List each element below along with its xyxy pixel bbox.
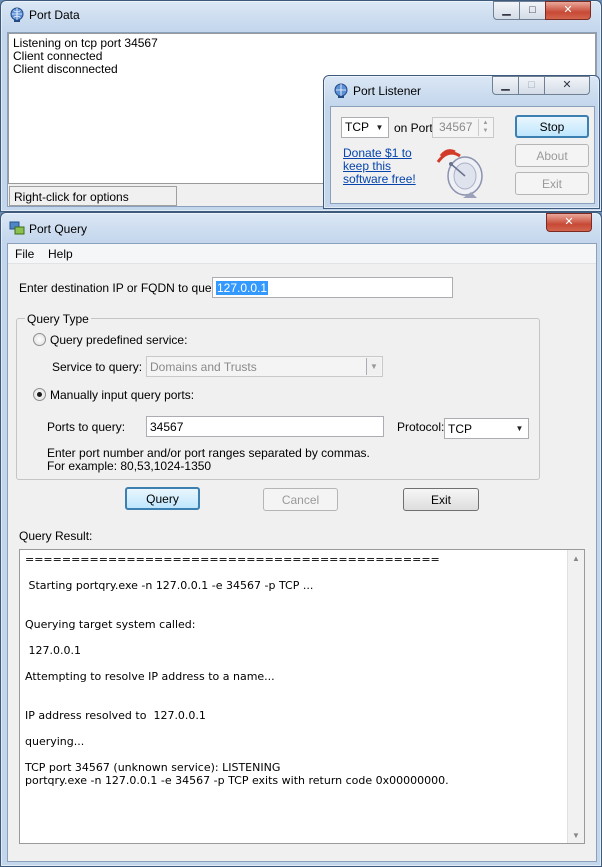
cancel-button[interactable]: Cancel bbox=[263, 488, 338, 511]
about-button[interactable]: About bbox=[515, 144, 589, 167]
chevron-down-icon: ▼ bbox=[372, 119, 387, 136]
globe-icon bbox=[10, 7, 24, 22]
predefined-radio[interactable] bbox=[33, 333, 46, 346]
port-listener-window: Port Listener ▁ □ ✕ TCP ▼ on Port: 34567… bbox=[323, 75, 600, 209]
port-spinner[interactable]: 34567 ▲ ▼ bbox=[432, 117, 494, 138]
protocol-value: TCP bbox=[448, 422, 472, 436]
chevron-down-icon: ▼ bbox=[512, 420, 527, 437]
predefined-label[interactable]: Query predefined service: bbox=[50, 333, 187, 347]
protocol-label: Protocol: bbox=[397, 420, 445, 434]
close-button[interactable]: ✕ bbox=[545, 1, 591, 20]
scroll-down-icon[interactable]: ▼ bbox=[568, 827, 584, 843]
on-port-label: on Port: bbox=[394, 121, 437, 135]
hint-line1: Enter port number and/or port ranges sep… bbox=[47, 446, 370, 460]
result-line: portqry.exe -n 127.0.0.1 -e 34567 -p TCP… bbox=[25, 774, 449, 787]
port-listener-client: TCP ▼ on Port: 34567 ▲ ▼ Donate $1 to kee… bbox=[330, 106, 595, 204]
status-text: Right-click for options bbox=[14, 190, 129, 204]
result-line: Attempting to resolve IP address to a na… bbox=[25, 670, 275, 683]
cancel-label: Cancel bbox=[281, 492, 320, 507]
port-data-title: Port Data bbox=[29, 8, 80, 22]
ports-input[interactable]: 34567 bbox=[146, 416, 384, 437]
stop-label: Stop bbox=[539, 119, 565, 134]
ports-value: 34567 bbox=[150, 420, 184, 434]
port-query-client: File Help Enter destination IP or FQDN t… bbox=[7, 243, 597, 862]
menu-file[interactable]: File bbox=[15, 247, 34, 261]
protocol-value: TCP bbox=[345, 120, 369, 134]
maximize-button[interactable]: □ bbox=[519, 1, 546, 20]
protocol-select[interactable]: TCP ▼ bbox=[444, 418, 529, 439]
satellite-dish-icon bbox=[436, 149, 483, 198]
about-label: About bbox=[536, 148, 568, 163]
scroll-up-icon[interactable]: ▲ bbox=[568, 550, 584, 566]
minimize-button[interactable]: ▁ bbox=[493, 1, 520, 20]
port-query-title: Port Query bbox=[29, 222, 88, 236]
result-line: querying... bbox=[25, 735, 85, 748]
donate-link-line: software free! bbox=[343, 172, 416, 186]
close-icon: ✕ bbox=[562, 79, 572, 91]
port-listener-title: Port Listener bbox=[353, 84, 422, 98]
port-query-titlebar[interactable]: Port Query ✕ bbox=[1, 213, 601, 241]
network-icon bbox=[9, 221, 25, 235]
minimize-icon: ▁ bbox=[501, 79, 510, 91]
query-label: Query bbox=[146, 491, 179, 506]
protocol-select[interactable]: TCP ▼ bbox=[341, 117, 389, 138]
result-line: Starting portqry.exe -n 127.0.0.1 -e 345… bbox=[25, 579, 314, 592]
radio-dot-icon bbox=[37, 392, 42, 397]
result-textarea[interactable]: ========================================… bbox=[19, 549, 585, 844]
result-line: IP address resolved to 127.0.0.1 bbox=[25, 709, 206, 722]
dest-value: 127.0.0.1 bbox=[216, 281, 269, 295]
service-select[interactable]: Domains and Trusts ▼ bbox=[146, 356, 383, 377]
port-data-titlebar[interactable]: Port Data ▁ □ ✕ bbox=[1, 1, 601, 29]
result-label: Query Result: bbox=[19, 529, 93, 543]
close-icon: ✕ bbox=[564, 216, 574, 228]
menu-bar: File Help bbox=[8, 244, 596, 264]
service-value: Domains and Trusts bbox=[150, 360, 257, 374]
status-bar: Right-click for options bbox=[9, 186, 177, 206]
stop-button[interactable]: Stop bbox=[515, 115, 589, 138]
query-button[interactable]: Query bbox=[125, 487, 200, 510]
exit-label: Exit bbox=[430, 492, 451, 507]
exit-label: Exit bbox=[541, 176, 562, 191]
exit-button[interactable]: Exit bbox=[403, 488, 479, 511]
maximize-button[interactable]: □ bbox=[518, 76, 545, 95]
minimize-button[interactable]: ▁ bbox=[492, 76, 519, 95]
manual-radio[interactable] bbox=[33, 388, 46, 401]
donate-link[interactable]: Donate $1 to keep this software free! bbox=[343, 147, 416, 186]
port-query-window: Port Query ✕ File Help Enter destination… bbox=[0, 212, 602, 867]
result-line: Querying target system called: bbox=[25, 618, 196, 631]
result-scrollbar[interactable]: ▲ ▼ bbox=[567, 550, 584, 843]
exit-button[interactable]: Exit bbox=[515, 172, 589, 195]
hint-line2: For example: 80,53,1024-1350 bbox=[47, 459, 212, 473]
close-icon: ✕ bbox=[563, 4, 573, 16]
port-listener-titlebar[interactable]: Port Listener ▁ □ ✕ bbox=[324, 76, 599, 104]
port-value: 34567 bbox=[439, 120, 473, 134]
close-button[interactable]: ✕ bbox=[544, 76, 590, 95]
ports-label: Ports to query: bbox=[47, 420, 126, 434]
menu-help[interactable]: Help bbox=[48, 247, 73, 261]
close-button[interactable]: ✕ bbox=[546, 213, 592, 232]
maximize-icon: □ bbox=[529, 4, 536, 16]
globe-icon bbox=[334, 83, 348, 98]
minimize-icon: ▁ bbox=[502, 4, 511, 16]
result-line: ========================================… bbox=[25, 553, 440, 566]
dest-label: Enter destination IP or FQDN to query: bbox=[19, 281, 225, 295]
chevron-down-icon: ▼ bbox=[366, 358, 381, 375]
service-label: Service to query: bbox=[52, 360, 143, 374]
manual-label[interactable]: Manually input query ports: bbox=[50, 388, 194, 402]
result-line: 127.0.0.1 bbox=[25, 644, 81, 657]
dest-input[interactable]: 127.0.0.1 bbox=[212, 277, 453, 298]
query-type-title: Query Type bbox=[25, 312, 91, 326]
maximize-icon: □ bbox=[528, 79, 535, 91]
spinner-icon: ▲ ▼ bbox=[478, 119, 492, 136]
result-line: TCP port 34567 (unknown service): LISTEN… bbox=[25, 761, 281, 774]
